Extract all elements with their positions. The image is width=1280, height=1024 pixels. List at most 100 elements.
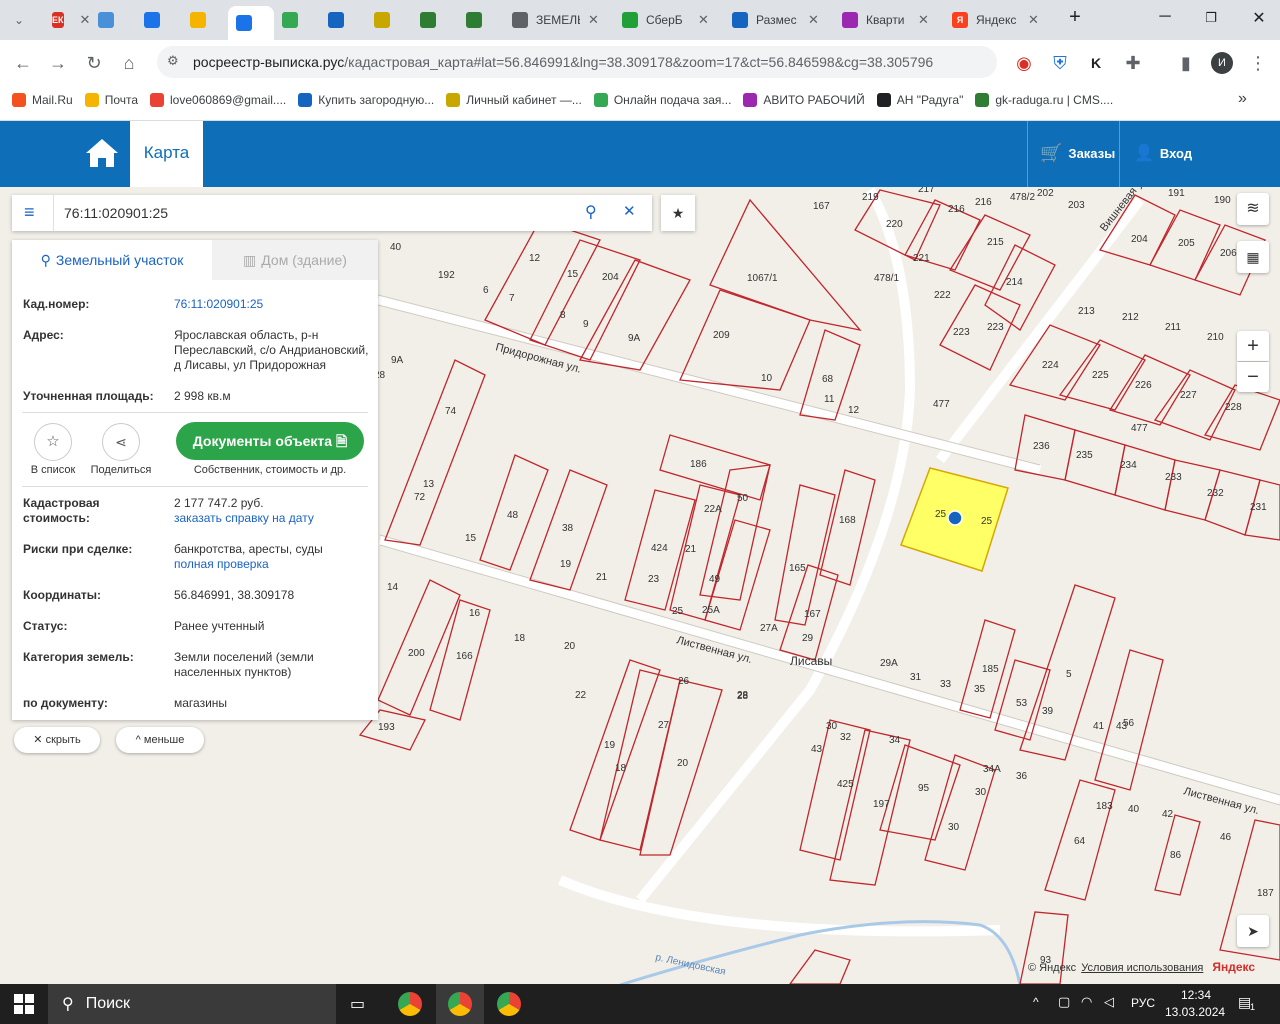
nav-map-tab[interactable]: Карта (130, 121, 203, 187)
selected-parcel-marker[interactable] (947, 510, 963, 526)
bookmark-item[interactable]: Почта (84, 93, 138, 107)
tab-search-icon[interactable]: ⌄ (8, 9, 30, 31)
tab-favicon-icon (98, 12, 114, 28)
new-tab-button[interactable]: + (1060, 6, 1090, 29)
bookmark-item[interactable]: Личный кабинет —... (446, 93, 582, 107)
wifi-icon[interactable]: ◠ (1081, 994, 1092, 1010)
browser-tab[interactable] (412, 6, 452, 34)
restore-button[interactable]: ❐ (1196, 10, 1226, 26)
bookmark-item[interactable]: Онлайн подача зая... (593, 93, 732, 107)
close-window-button[interactable]: ✕ (1244, 8, 1274, 28)
tab-close-icon[interactable]: ✕ (588, 12, 599, 28)
side-panel-icon[interactable]: ▮ (1175, 52, 1197, 74)
bookmarks-more-button[interactable]: » (1238, 90, 1247, 108)
profile-avatar[interactable]: И (1211, 52, 1233, 74)
taskbar-search-box[interactable]: ⚲ Поиск (48, 984, 336, 1024)
forward-icon[interactable]: → (47, 52, 69, 74)
share-button[interactable]: ⋖ (102, 423, 140, 461)
parcel-number-label: 22 (575, 690, 587, 701)
user-icon: 👤 (1134, 145, 1154, 162)
browser-tab[interactable]: СберБ ✕ (614, 6, 718, 34)
layers-button[interactable]: ≋ (1237, 193, 1269, 225)
extension-icon-1[interactable]: ◉ (1013, 52, 1035, 74)
browser-tab[interactable] (458, 6, 498, 34)
bookmark-item[interactable]: Mail.Ru (12, 93, 73, 107)
bookmark-item[interactable]: love060869@gmail.... (150, 93, 286, 107)
parcel-number-label: 223 (987, 322, 1004, 333)
chrome-taskbar-icon-1[interactable] (398, 992, 422, 1016)
task-view-icon[interactable]: ▭ (350, 994, 365, 1014)
notifications-icon[interactable]: ▤ 1 (1238, 994, 1255, 1012)
tab-close-icon[interactable]: ✕ (808, 12, 819, 28)
tab-close-icon[interactable]: ✕ (80, 12, 91, 28)
tab-close-icon[interactable]: ✕ (918, 12, 929, 28)
browser-tab[interactable] (182, 6, 222, 34)
bookmark-item[interactable]: gk-raduga.ru | CMS.... (975, 93, 1113, 107)
login-button[interactable]: 👤 Вход (1134, 143, 1192, 163)
tray-chevron-icon[interactable]: ^ (1033, 995, 1039, 1009)
tab-close-icon[interactable]: ✕ (1028, 12, 1039, 28)
cad-number-value[interactable]: 76:11:020901:25 (174, 297, 374, 312)
bookmark-item[interactable]: Купить загородную... (298, 93, 434, 107)
full-check-link[interactable]: полная проверка (174, 557, 374, 572)
browser-tab[interactable]: Кварти ✕ (834, 6, 938, 34)
parcel-number-label: 13 (423, 479, 435, 490)
zoom-in-button[interactable]: + (1237, 331, 1269, 361)
browser-tab[interactable]: ЗЕМЕЛЬ ✕ (504, 6, 608, 34)
ruler-button[interactable]: ▦ (1237, 241, 1269, 273)
object-documents-button[interactable]: Документы объекта 🗎 (176, 422, 364, 460)
add-to-list-button[interactable]: ☆ (34, 423, 72, 461)
bookmark-item[interactable]: АН "Радуга" (876, 93, 963, 107)
browser-tab[interactable]: ЕКЕК✕ (44, 6, 90, 34)
language-indicator[interactable]: РУС (1131, 996, 1155, 1010)
volume-icon[interactable]: ◁ (1104, 994, 1114, 1010)
minimize-button[interactable]: ─ (1150, 8, 1180, 26)
back-icon[interactable]: ← (12, 52, 34, 74)
orders-button[interactable]: 🛒 Заказы (1040, 143, 1115, 164)
chrome-taskbar-icon-2[interactable] (436, 984, 484, 1024)
network-icon[interactable]: ▢ (1058, 994, 1070, 1010)
tab-title: СберБ (646, 13, 683, 27)
less-button[interactable]: ^ меньше (116, 727, 204, 753)
menu-hamburger-icon[interactable]: ≡ (24, 202, 35, 223)
windows-start-icon[interactable] (14, 994, 34, 1014)
search-input[interactable] (64, 201, 584, 225)
bookmark-label: Онлайн подача зая... (613, 93, 732, 107)
browser-tab[interactable] (136, 6, 176, 34)
search-icon[interactable]: ⚲ (585, 202, 597, 222)
tab-land-plot[interactable]: ⚲ Земельный участок (12, 240, 212, 280)
browser-tab[interactable] (320, 6, 360, 34)
clock-time[interactable]: 12:34 (1181, 988, 1211, 1002)
browser-tab[interactable] (228, 6, 274, 40)
clear-search-icon[interactable]: ✕ (623, 202, 636, 220)
clock-date[interactable]: 13.03.2024 (1165, 1005, 1225, 1019)
bookmark-item[interactable]: АВИТО РАБОЧИЙ (743, 93, 865, 107)
extension-icon-3[interactable]: K (1085, 52, 1107, 74)
extension-icon-2[interactable]: ⛨ (1049, 52, 1071, 74)
browser-tab[interactable]: Размес ✕ (724, 6, 828, 34)
parcel-number-label: 478/2 (1010, 192, 1035, 203)
home-nav-icon[interactable] (85, 137, 119, 169)
browser-tab[interactable] (90, 6, 130, 34)
extensions-puzzle-icon[interactable]: ✚ (1122, 52, 1144, 74)
geolocation-button[interactable]: ➤ (1237, 915, 1269, 947)
menu-kebab-icon[interactable]: ⋮ (1247, 52, 1269, 74)
chrome-taskbar-icon-3[interactable] (497, 992, 521, 1016)
tab-close-icon[interactable]: ✕ (698, 12, 709, 28)
address-bar[interactable]: ⚙ росреестр-выписка.рус/кадастровая_карт… (157, 46, 997, 78)
browser-tab[interactable] (366, 6, 406, 34)
zoom-out-button[interactable]: − (1237, 362, 1269, 392)
terms-link[interactable]: Условия использования (1081, 962, 1203, 974)
order-certificate-link[interactable]: заказать справку на дату (174, 511, 374, 526)
hide-panel-button[interactable]: ✕ скрыть (14, 727, 100, 753)
parcel-number-label: 21 (596, 572, 608, 583)
browser-tab[interactable]: Я Яндекс ✕ (944, 6, 1048, 34)
site-info-icon[interactable]: ⚙ (167, 53, 179, 69)
browser-tab[interactable] (274, 6, 314, 34)
tab-house[interactable]: ▥ Дом (здание) (212, 240, 378, 280)
favorites-button[interactable]: ★ (661, 195, 695, 231)
parcel-outlines (358, 189, 1280, 984)
home-icon[interactable]: ⌂ (118, 52, 140, 74)
reload-icon[interactable]: ↻ (83, 52, 105, 74)
address-value: Ярославская область, р-н Переславский, с… (174, 328, 369, 372)
